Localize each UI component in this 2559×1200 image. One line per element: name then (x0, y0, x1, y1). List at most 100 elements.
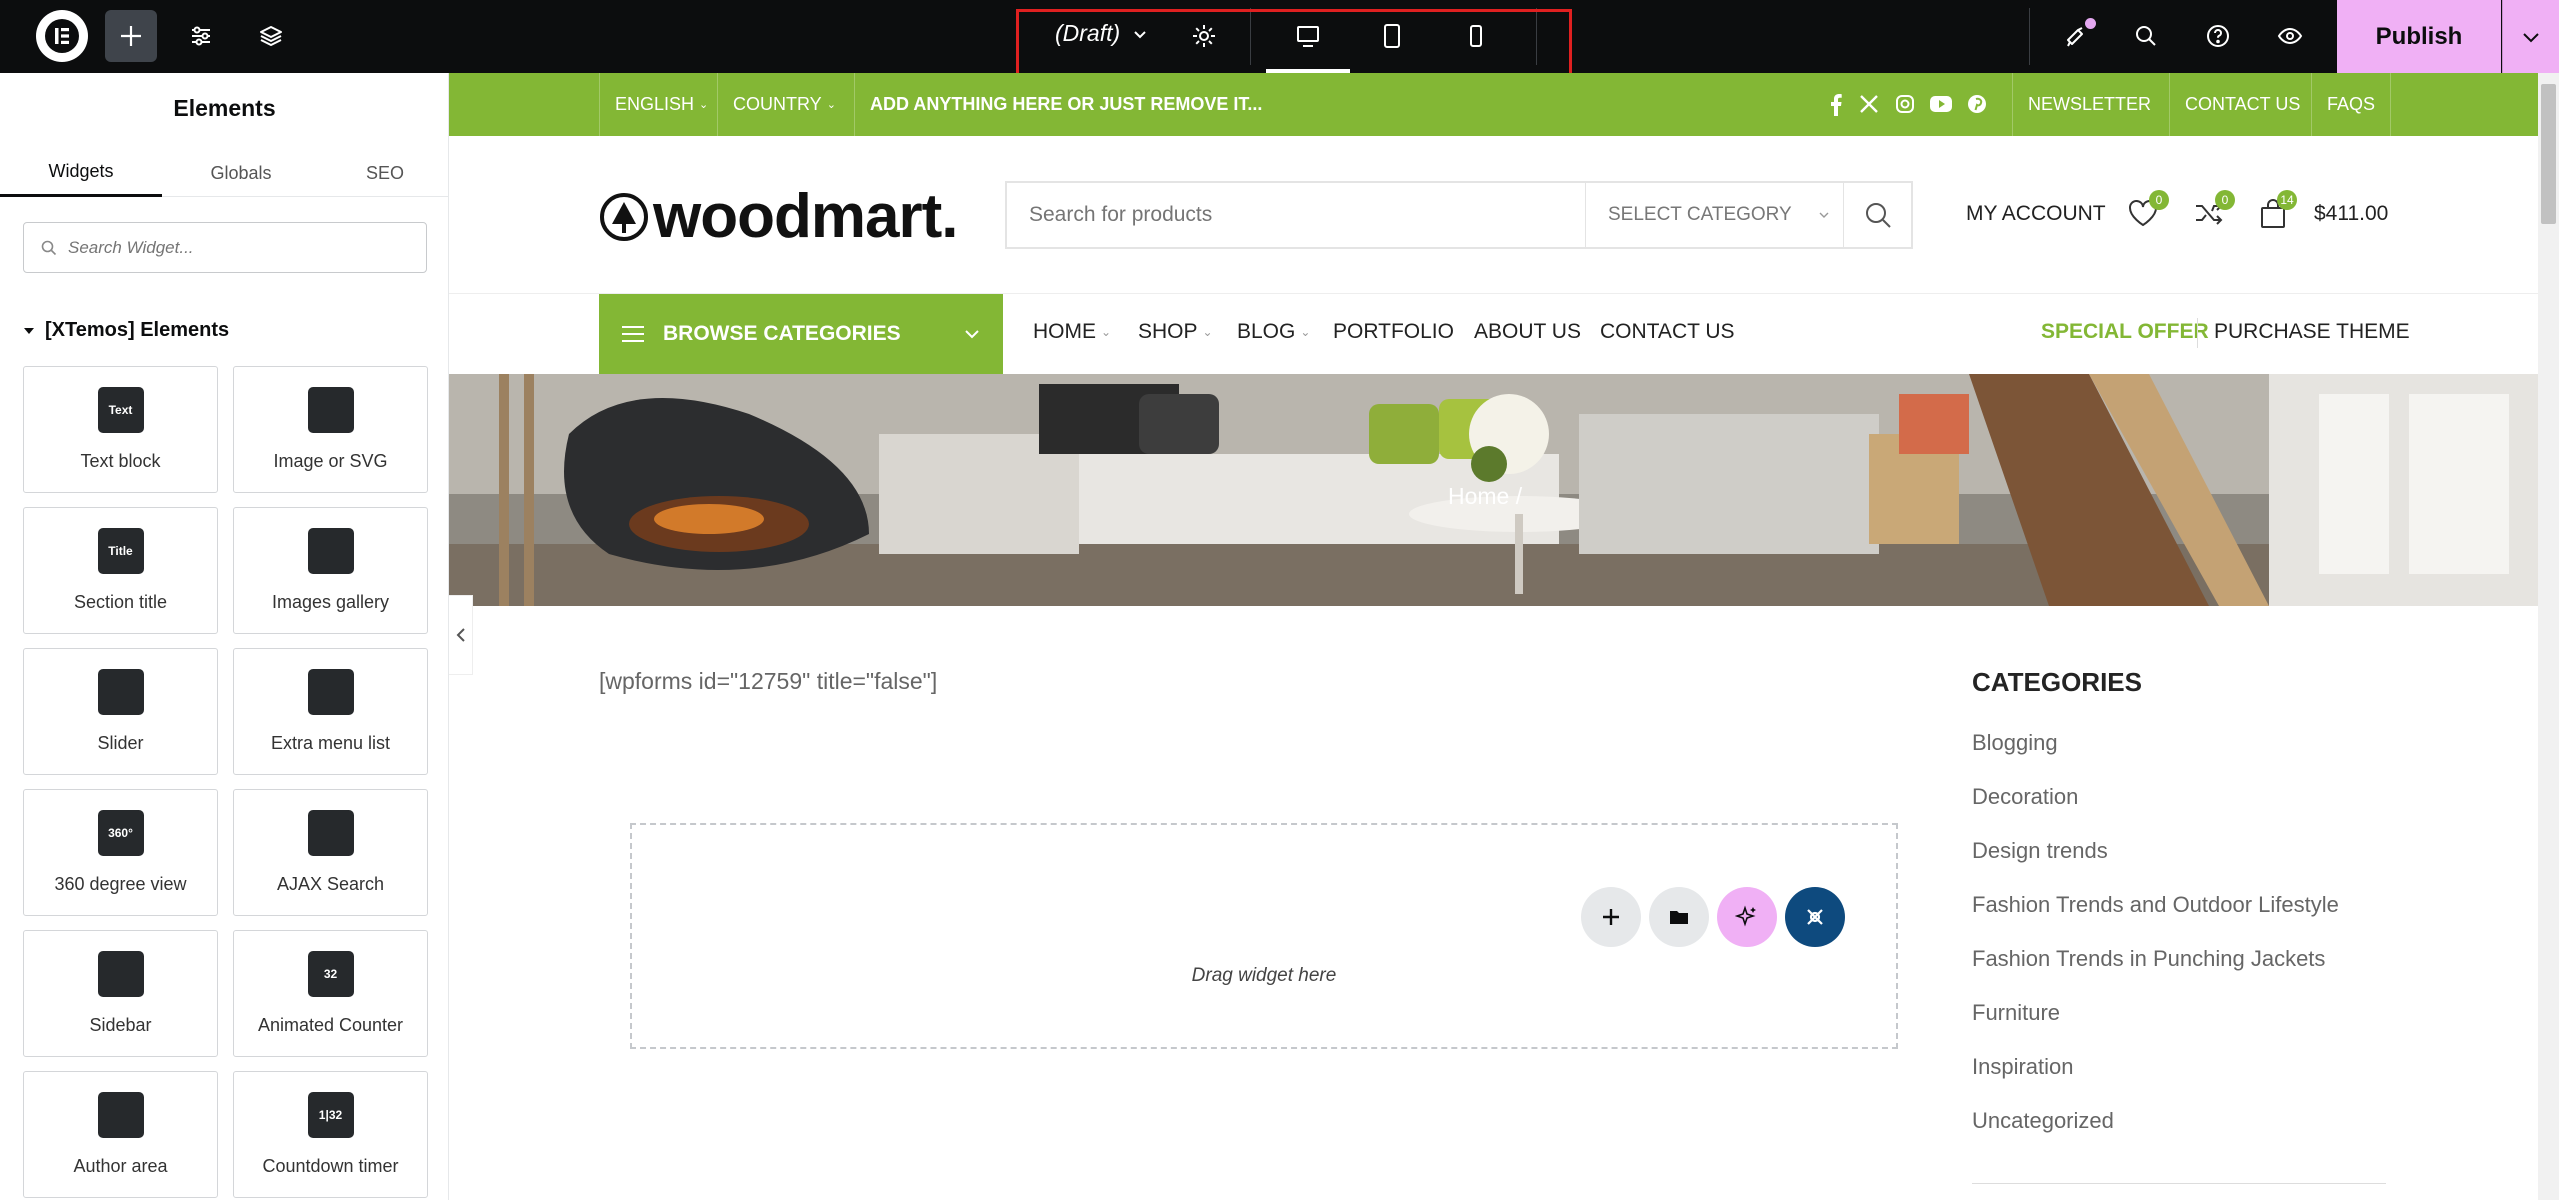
nav-blog-label: BLOG (1237, 320, 1296, 343)
sidebar-icon (97, 951, 144, 997)
category-link[interactable]: Design trends (1972, 838, 2108, 864)
widget-tile[interactable]: Title Section title (23, 507, 218, 634)
sliders-icon (192, 26, 210, 46)
nav-portfolio[interactable]: PORTFOLIO (1333, 320, 1454, 344)
search-icon (2136, 26, 2156, 46)
widget-tile-label: Section title (73, 592, 168, 612)
preview-button[interactable] (2264, 10, 2316, 62)
publish-button[interactable]: Publish (2337, 0, 2501, 73)
add-element-button[interactable] (105, 10, 157, 62)
x-twitter-icon[interactable] (1859, 94, 1879, 120)
ajax-search-icon (307, 810, 354, 856)
special-offer-link[interactable]: SPECIAL OFFER (2041, 320, 2209, 344)
cart-button[interactable]: 14 (2259, 190, 2297, 235)
language-label: ENGLISH (615, 94, 695, 114)
nav-home[interactable]: HOME ⌄ (1033, 320, 1111, 344)
widget-tile[interactable]: Slider (23, 648, 218, 775)
product-search-button[interactable] (1843, 183, 1911, 247)
elements-panel: Elements Widgets Globals SEO [XTemos] El… (0, 73, 449, 1200)
country-switcher[interactable]: COUNTRY ⌄ (717, 73, 851, 136)
finder-search-button[interactable] (2120, 10, 2172, 62)
category-link[interactable]: Furniture (1972, 1000, 2060, 1026)
browse-categories-label: BROWSE CATEGORIES (663, 322, 901, 345)
chevron-down-icon: ⌄ (1101, 325, 1112, 339)
help-button[interactable] (2192, 10, 2244, 62)
elements-category-toggle[interactable]: [XTemos] Elements (23, 319, 229, 342)
browse-categories-button[interactable]: BROWSE CATEGORIES (599, 294, 1003, 374)
widget-tile-label: Image or SVG (273, 451, 388, 471)
widget-search-field[interactable] (23, 222, 427, 273)
language-switcher[interactable]: ENGLISH ⌄ (599, 73, 723, 136)
xtemos-templates-button[interactable] (1785, 887, 1845, 947)
category-select-label: SELECT CATEGORY (1608, 204, 1792, 225)
layers-icon (260, 26, 282, 46)
main-navigation: BROWSE CATEGORIES HOME ⌄ SHOP ⌄ BLOG ⌄ PORT… (449, 294, 2538, 374)
ai-generate-button[interactable] (1717, 887, 1777, 947)
widget-tile[interactable]: Sidebar (23, 930, 218, 1057)
add-section-button[interactable] (1581, 887, 1641, 947)
wishlist-button[interactable]: 0 (2127, 190, 2169, 233)
youtube-icon[interactable] (1929, 94, 1953, 120)
compare-button[interactable]: 0 (2193, 190, 2235, 233)
help-icon (2207, 25, 2229, 47)
divider (2029, 8, 2030, 65)
category-select[interactable]: SELECT CATEGORY (1585, 183, 1843, 247)
nav-shop[interactable]: SHOP ⌄ (1138, 320, 1213, 344)
tab-seo[interactable]: SEO (304, 149, 448, 197)
nav-contact-label: CONTACT US (1600, 320, 1735, 343)
widget-tile[interactable]: Extra menu list (233, 648, 428, 775)
product-search-input[interactable] (1007, 183, 1585, 247)
cart-total[interactable]: $411.00 (2314, 202, 2388, 226)
scrollbar-thumb[interactable] (2541, 84, 2556, 224)
collapse-panel-button[interactable] (449, 595, 473, 675)
wpforms-shortcode-text: [wpforms id="12759" title="false"] (599, 668, 938, 694)
site-settings-button[interactable] (175, 10, 227, 62)
instagram-icon[interactable] (1895, 94, 1915, 120)
images-gallery-icon (307, 528, 354, 574)
widget-search-input[interactable] (68, 237, 398, 258)
my-account-link[interactable]: MY ACCOUNT (1966, 202, 2106, 226)
add-section-dropzone[interactable]: Drag widget here (630, 823, 1898, 1049)
breadcrumb[interactable]: Home / (1448, 483, 1522, 510)
nav-contact-us[interactable]: CONTACT US (1600, 320, 1735, 344)
category-link[interactable]: Blogging (1972, 730, 2058, 756)
nav-about-us[interactable]: ABOUT US (1474, 320, 1581, 344)
page-title-banner: Home / (449, 374, 2538, 606)
purchase-theme-link[interactable]: PURCHASE THEME (2214, 320, 2410, 344)
category-link[interactable]: Decoration (1972, 784, 2078, 810)
widget-tile[interactable]: Author area (23, 1071, 218, 1198)
widget-tile[interactable]: 360° 360 degree view (23, 789, 218, 916)
editor-topbar: (Draft) Publish (0, 0, 2559, 86)
facebook-icon[interactable] (1829, 94, 1843, 122)
category-link[interactable]: Fashion Trends in Punching Jackets (1972, 946, 2325, 972)
add-template-button[interactable] (1649, 887, 1709, 947)
structure-button[interactable] (245, 10, 297, 62)
widget-tile[interactable]: 32 Animated Counter (233, 930, 428, 1057)
tab-globals[interactable]: Globals (160, 149, 322, 197)
widget-tile[interactable]: AJAX Search (233, 789, 428, 916)
elementor-logo-icon[interactable] (36, 10, 88, 62)
nav-blog[interactable]: BLOG ⌄ (1237, 320, 1310, 344)
widget-tile[interactable]: Image or SVG (233, 366, 428, 493)
site-logo[interactable]: woodmart. (599, 181, 958, 252)
canvas-scrollbar[interactable] (2538, 73, 2559, 1200)
plus-icon (1603, 909, 1619, 925)
category-link[interactable]: Fashion Trends and Outdoor Lifestyle (1972, 892, 2339, 918)
notification-dot (2085, 18, 2096, 29)
pinterest-icon[interactable] (1967, 94, 1987, 120)
publish-options-button[interactable] (2502, 0, 2559, 73)
widget-tile[interactable]: 1|32 Countdown timer (233, 1071, 428, 1198)
newsletter-link[interactable]: NEWSLETTER (2012, 73, 2166, 136)
menu-icon (622, 326, 644, 342)
category-link[interactable]: Inspiration (1972, 1054, 2074, 1080)
category-link[interactable]: Uncategorized (1972, 1108, 2114, 1134)
widget-tile-label: Author area (73, 1156, 168, 1176)
tab-widgets[interactable]: Widgets (0, 149, 162, 197)
widget-tile[interactable]: Text Text block (23, 366, 218, 493)
wishlist-count: 0 (2149, 190, 2169, 210)
contact-us-top-link[interactable]: CONTACT US (2169, 73, 2315, 136)
widget-tile[interactable]: Images gallery (233, 507, 428, 634)
notifications-button[interactable] (2050, 10, 2102, 62)
brand-name: woodmart. (653, 182, 958, 251)
faqs-link[interactable]: FAQS (2311, 73, 2392, 136)
